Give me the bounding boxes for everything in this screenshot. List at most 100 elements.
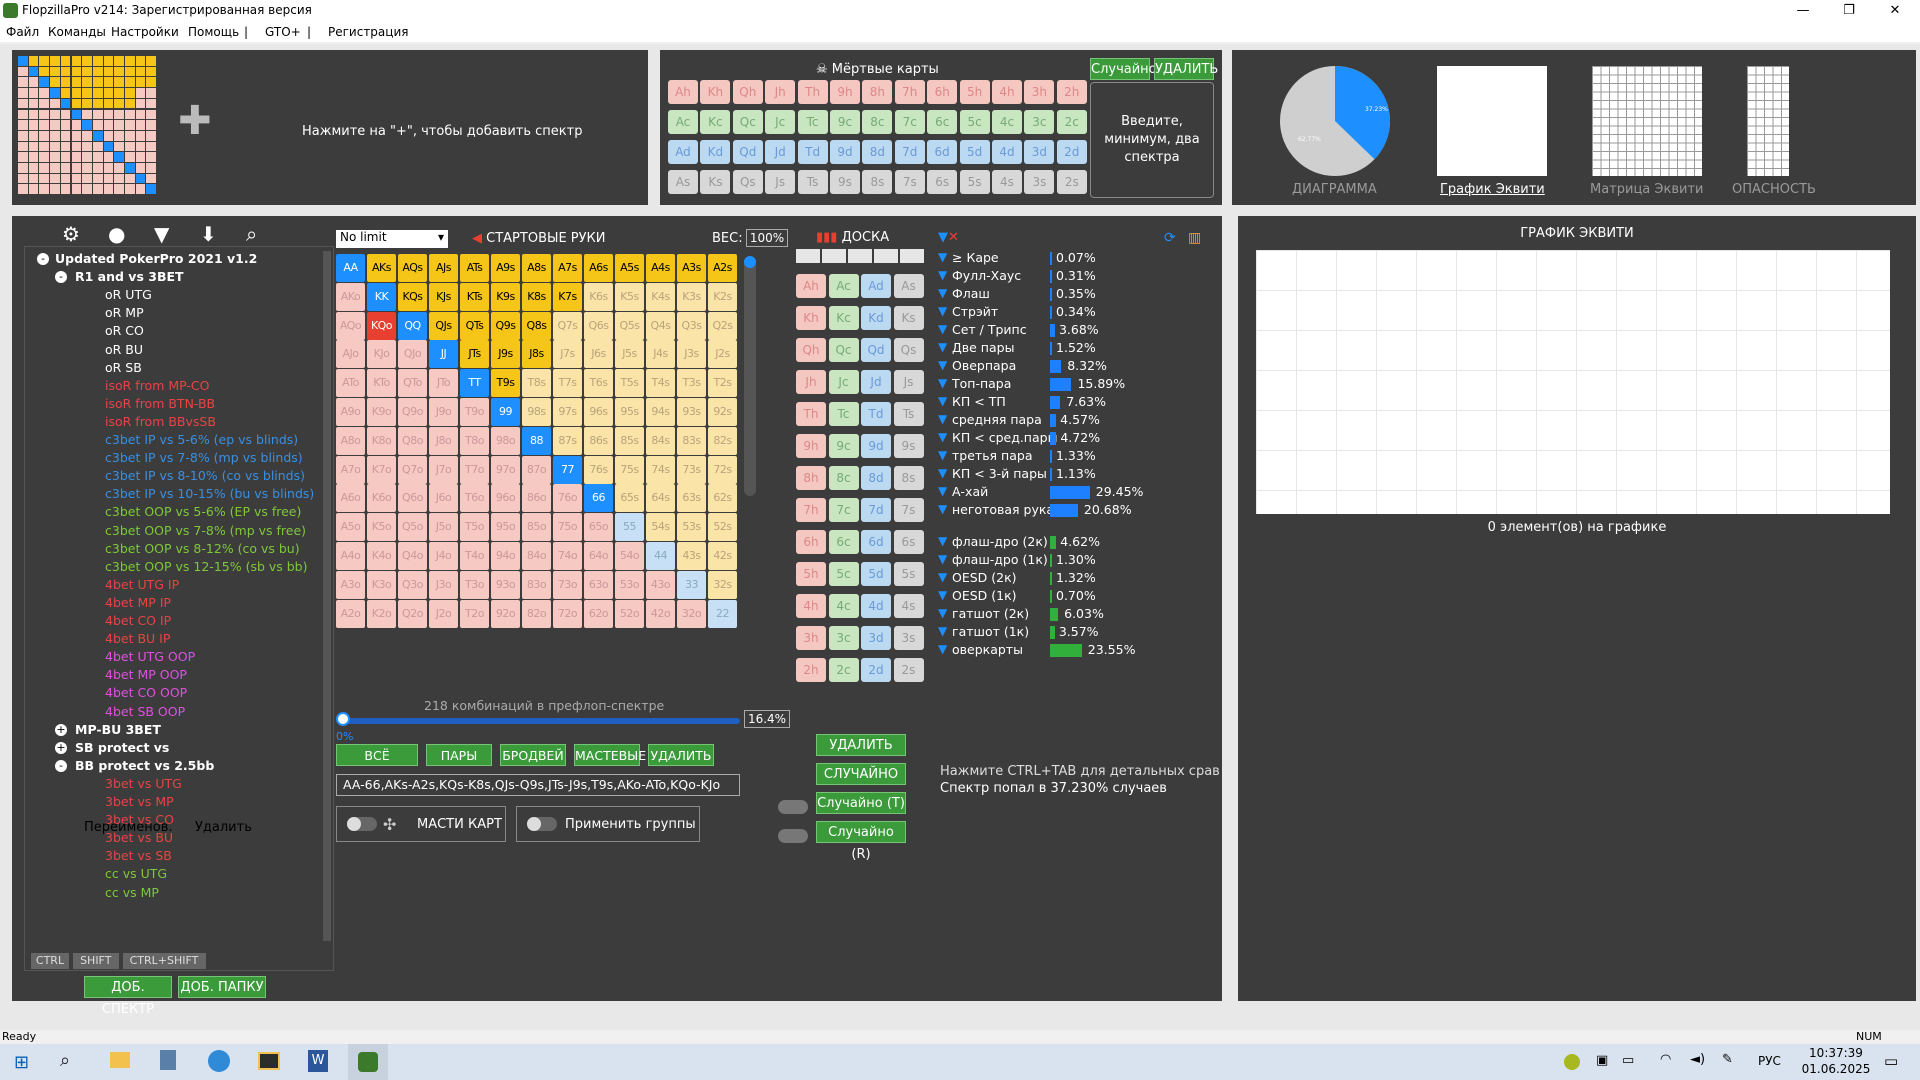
preflop-button[interactable]: ПАРЫ — [426, 744, 492, 766]
tree-item[interactable]: cc vs UTG — [25, 866, 320, 884]
board-card[interactable]: Qd — [861, 338, 891, 362]
download-icon[interactable]: ⬇ — [200, 222, 217, 246]
hand-cell[interactable]: 98o — [491, 426, 520, 455]
hand-cell[interactable]: 54s — [646, 513, 675, 542]
dead-card[interactable]: 9d — [830, 140, 860, 164]
stat-row[interactable]: ▼ гатшот (1к) 3.57% — [938, 624, 1218, 642]
hand-cell[interactable]: K8s — [522, 282, 551, 311]
hand-cell[interactable]: 87o — [522, 455, 551, 484]
board-card[interactable]: 9s — [893, 434, 924, 458]
board-card[interactable]: As — [893, 274, 924, 298]
hand-cell[interactable]: 22 — [708, 599, 737, 628]
hand-cell[interactable]: A3s — [677, 254, 706, 282]
hand-cell[interactable]: T4s — [646, 369, 675, 398]
hand-cell[interactable]: 98s — [522, 398, 551, 426]
hand-cell[interactable]: AKo — [336, 282, 365, 311]
dead-card[interactable]: Jh — [765, 80, 796, 104]
stat-row[interactable]: ▼ Сет / Трипс 3.68% — [938, 322, 1218, 340]
hand-cell[interactable]: JJ — [429, 340, 458, 369]
flopzilla-taskbar-button[interactable] — [348, 1044, 388, 1080]
hand-cell[interactable]: A9o — [336, 398, 365, 426]
board-card[interactable]: 9h — [796, 434, 826, 458]
board-card[interactable]: 2s — [893, 658, 924, 682]
tree-item[interactable]: - R1 and vs 3BET — [25, 269, 320, 287]
game-mode-select[interactable]: No limit ▾ — [336, 230, 448, 248]
hand-cell[interactable]: J7o — [429, 455, 458, 484]
hand-cell[interactable]: 88 — [522, 426, 551, 455]
random-r-switch[interactable] — [778, 829, 808, 843]
hand-cell[interactable]: 92s — [708, 398, 737, 426]
board-card[interactable]: Th — [796, 402, 826, 426]
preflop-button[interactable]: БРОДВЕЙ — [500, 744, 566, 766]
dead-card[interactable]: Ah — [668, 80, 698, 104]
tree-item[interactable]: c3bet OOP vs 5-6% (EP vs free) — [25, 504, 320, 522]
board-card[interactable]: Ts — [893, 402, 924, 426]
menu-item[interactable]: Помощь — [188, 25, 239, 39]
dead-card[interactable]: 3c — [1024, 110, 1055, 134]
tray-camera-icon[interactable]: ▣ — [1596, 1053, 1608, 1068]
tree-item[interactable]: c3bet IP vs 10-15% (bu vs blinds) — [25, 486, 320, 504]
board-card[interactable]: 8c — [828, 466, 859, 490]
hand-cell[interactable]: AQo — [336, 311, 365, 340]
hand-cell[interactable]: A6o — [336, 484, 365, 513]
board-slot[interactable] — [822, 249, 846, 263]
hand-cell[interactable]: J4o — [429, 542, 458, 570]
random-r-button[interactable]: Случайно (R) — [816, 821, 906, 862]
dead-random-button[interactable]: Случайно — [1090, 58, 1157, 80]
hand-cell[interactable]: A7o — [336, 455, 365, 484]
hand-cell[interactable]: QTo — [398, 369, 427, 398]
hand-cell[interactable]: KJo — [367, 340, 396, 369]
tree-scrollbar[interactable] — [323, 251, 331, 941]
collapse-icon[interactable]: - — [55, 271, 67, 284]
suits-toggle[interactable] — [347, 817, 377, 831]
tree-item[interactable]: 4bet CO IP — [25, 613, 320, 631]
board-card[interactable]: Ac — [828, 274, 859, 298]
hand-cell[interactable]: J6s — [584, 340, 613, 369]
hand-cell[interactable]: 83o — [522, 570, 551, 599]
view-label-danger[interactable]: ОПАСНОСТЬ — [1732, 182, 1816, 197]
stat-row[interactable]: ▼ А-хай 29.45% — [938, 484, 1218, 502]
hand-cell[interactable]: KJs — [429, 282, 458, 311]
dead-card[interactable]: 4h — [992, 80, 1022, 104]
hand-cell[interactable]: 63s — [677, 484, 706, 513]
hand-cell[interactable]: A2s — [708, 254, 737, 282]
dead-card[interactable]: 9h — [830, 80, 860, 104]
stat-filter-icon[interactable]: ▼ — [938, 322, 947, 336]
hand-cell[interactable]: AKs — [367, 254, 396, 282]
tree-item[interactable]: + MP-BU 3BET — [25, 722, 320, 740]
hand-cell[interactable]: 53o — [615, 570, 644, 599]
minimize-button[interactable]: — — [1780, 0, 1826, 22]
weight-input[interactable]: 100% — [746, 229, 788, 247]
tree-item[interactable]: oR MP — [25, 305, 320, 323]
dead-card[interactable]: Kh — [700, 80, 731, 104]
hand-cell[interactable]: Q6s — [584, 311, 613, 340]
tree-item[interactable]: 4bet BU IP — [25, 631, 320, 649]
tree-item[interactable]: c3bet IP vs 5-6% (ep vs blinds) — [25, 432, 320, 450]
hand-cell[interactable]: 72o — [553, 599, 582, 628]
tree-item[interactable]: c3bet OOP vs 12-15% (sb vs bb) — [25, 559, 320, 577]
hand-cell[interactable]: 97s — [553, 398, 582, 426]
hand-cell[interactable]: 74s — [646, 455, 675, 484]
hand-cell[interactable]: K6s — [584, 282, 613, 311]
stat-filter-icon[interactable]: ▼ — [938, 358, 947, 372]
board-card[interactable]: Td — [861, 402, 891, 426]
stat-filter-icon[interactable]: ▼ — [938, 430, 947, 444]
stat-row[interactable]: ▼ флаш-дро (2к) 4.62% — [938, 534, 1218, 552]
hand-cell[interactable]: K6o — [367, 484, 396, 513]
view-label-diagram[interactable]: ДИАГРАММА — [1292, 182, 1377, 197]
hand-cell[interactable]: 33 — [677, 570, 706, 599]
stat-row[interactable]: ▼ КП < сред.пары 4.72% — [938, 430, 1218, 448]
tree-item[interactable]: 4bet SB OOP — [25, 704, 320, 722]
hand-cell[interactable]: 85s — [615, 426, 644, 455]
hand-cell[interactable]: T9s — [491, 369, 520, 398]
language-indicator[interactable]: РУС — [1758, 1054, 1781, 1068]
stat-filter-icon[interactable]: ▼ — [938, 552, 947, 566]
hand-cell[interactable]: 96o — [491, 484, 520, 513]
hand-cell[interactable]: J5o — [429, 513, 458, 542]
hand-cell[interactable]: T2o — [460, 599, 489, 628]
dead-delete-button[interactable]: УДАЛИТЬ — [1154, 58, 1218, 80]
dead-card[interactable]: Tc — [797, 110, 828, 134]
board-card[interactable]: 3d — [861, 626, 891, 650]
stat-filter-icon[interactable]: ▼ — [938, 588, 947, 602]
search-icon[interactable]: ⌕ — [60, 1050, 70, 1071]
